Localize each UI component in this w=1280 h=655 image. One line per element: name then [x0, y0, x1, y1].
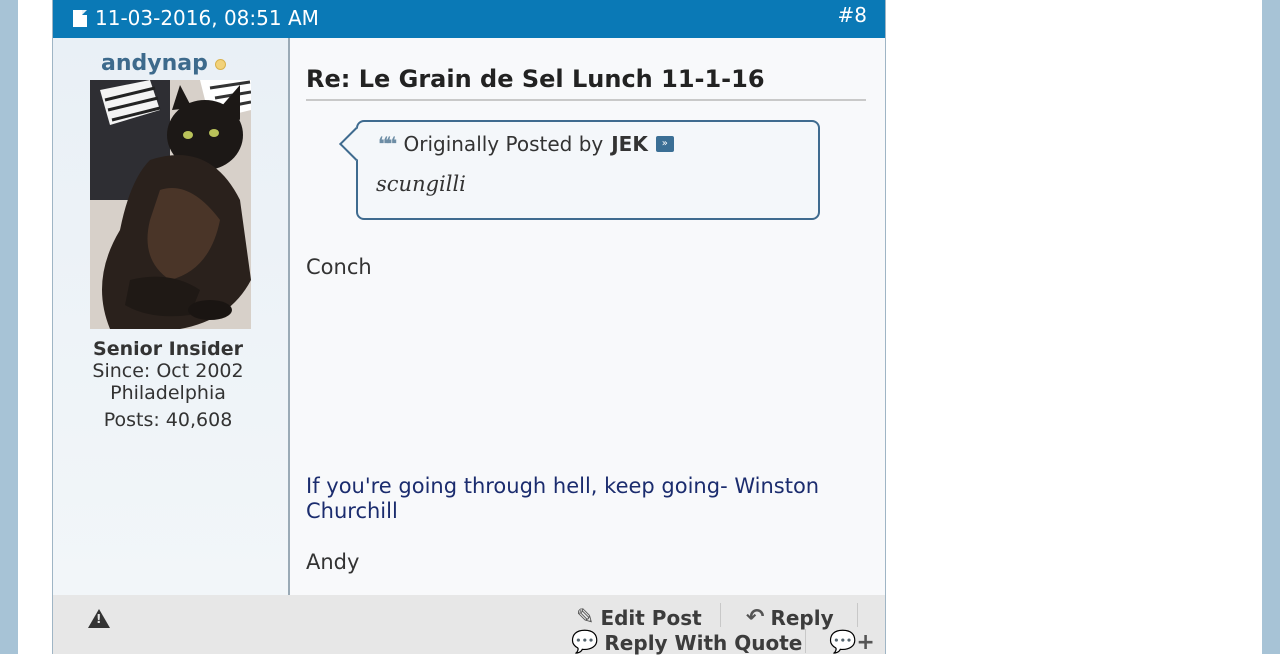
user-post-count: Posts: 40,608 — [103, 409, 233, 431]
goto-post-icon[interactable]: » — [655, 136, 674, 152]
edit-post-label: Edit Post — [600, 605, 702, 630]
post-date: 11-03-2016, 08:51 AM — [73, 6, 319, 30]
avatar-cat-image — [90, 80, 251, 329]
user-info-panel: andynap Senior Insider Since: Oct 2002 P… — [53, 38, 290, 595]
warning-icon[interactable] — [88, 609, 110, 628]
edit-post-button[interactable]: ✎ Edit Post — [576, 605, 702, 630]
reply-arrow-icon: ↶ — [746, 605, 765, 630]
user-title: Senior Insider — [93, 338, 243, 360]
user-location: Philadelphia — [110, 382, 226, 404]
post-date-text: 11-03-2016, 08:51 AM — [95, 6, 319, 30]
pencil-icon: ✎ — [576, 605, 595, 630]
quote-icon: ❝❝ — [378, 132, 398, 156]
page-left-border — [0, 0, 18, 654]
user-join-date: Since: Oct 2002 — [92, 360, 244, 382]
post-number-link[interactable]: #8 — [838, 3, 867, 27]
quote-text: scungilli — [376, 172, 466, 196]
reply-label: Reply — [770, 605, 834, 630]
reply-button[interactable]: ↶ Reply — [746, 605, 834, 630]
offline-status-icon — [215, 59, 226, 70]
footer-divider — [857, 603, 858, 627]
footer-divider — [720, 603, 721, 627]
quote-author: JEK — [611, 132, 648, 156]
reply-with-quote-label: Reply With Quote — [604, 630, 803, 655]
post-closing: Andy — [306, 550, 360, 574]
multiquote-plus-icon: 💬+ — [829, 630, 875, 655]
quote-header: ❝❝ Originally Posted by JEK » — [378, 132, 674, 156]
post-body: Conch — [306, 255, 372, 279]
username-link[interactable]: andynap — [101, 51, 208, 76]
post-footer: ✎ Edit Post ↶ Reply 💬 Reply With Quote 💬… — [53, 595, 885, 655]
quote-block: ❝❝ Originally Posted by JEK » scungilli — [356, 120, 820, 220]
signature: If you're going through hell, keep going… — [306, 474, 820, 523]
post-header: 11-03-2016, 08:51 AM #8 — [53, 0, 885, 38]
footer-divider — [805, 629, 806, 653]
forum-post: 11-03-2016, 08:51 AM #8 andynap Senior I… — [52, 0, 886, 655]
quote-prefix: Originally Posted by — [403, 132, 604, 156]
reply-with-quote-button[interactable]: 💬 Reply With Quote — [571, 630, 802, 655]
post-title: Re: Le Grain de Sel Lunch 11-1-16 — [306, 65, 866, 101]
page-right-border — [1262, 0, 1280, 654]
document-icon — [73, 9, 87, 27]
speech-bubble-quote-icon: 💬 — [571, 630, 599, 655]
avatar[interactable] — [90, 80, 251, 329]
multiquote-button[interactable]: 💬+ — [829, 630, 881, 655]
